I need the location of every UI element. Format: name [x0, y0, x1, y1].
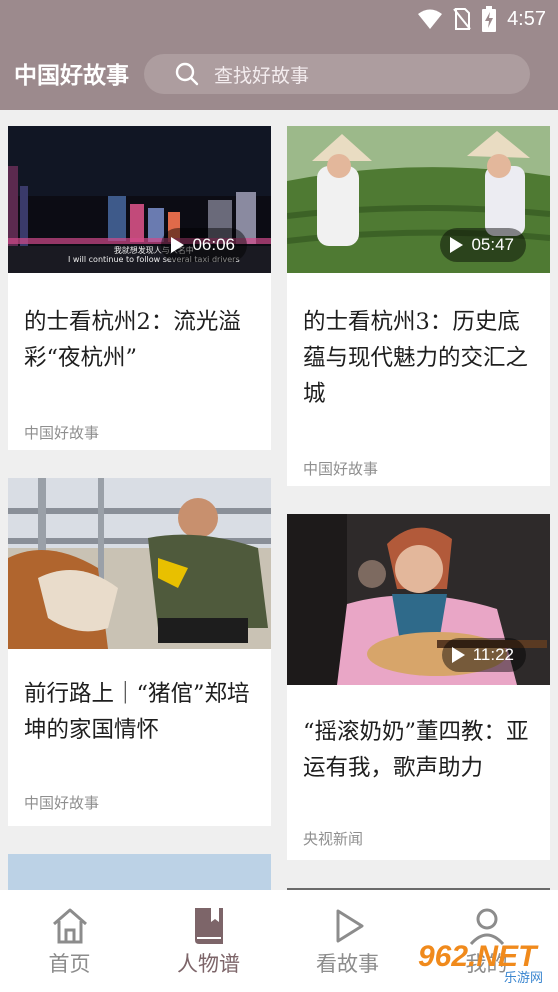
no-sim-icon — [453, 8, 471, 30]
story-thumbnail — [8, 478, 271, 649]
video-thumbnail: 05:47 — [287, 126, 550, 273]
story-source: 中国好故事 — [24, 424, 100, 442]
story-source: 央视新闻 — [303, 830, 364, 848]
tab-people[interactable]: 人物谱 — [139, 890, 278, 992]
story-card[interactable] — [8, 854, 271, 890]
story-title[interactable]: 前行路上｜“猪倌”郑培坤的家国情怀 — [24, 676, 263, 748]
search-icon — [175, 62, 199, 86]
search-bar[interactable]: 查找好故事 — [144, 54, 530, 94]
story-title[interactable]: “摇滚奶奶”董四教：亚运有我，歌声助力 — [303, 714, 542, 786]
story-card[interactable]: 05:47 的士看杭州3：历史底蕴与现代魅力的交汇之城 中国好故事 — [287, 126, 550, 486]
video-thumbnail: 我就想发现人与人名中 I will continue to follow sev… — [8, 126, 271, 273]
tab-watch-stories[interactable]: 看故事 — [278, 890, 417, 992]
video-duration-badge: 05:47 — [440, 228, 526, 262]
app-title: 中国好故事 — [14, 63, 129, 89]
story-feed[interactable]: 我就想发现人与人名中 I will continue to follow sev… — [0, 110, 558, 890]
status-bar: 4:57 — [0, 0, 558, 38]
story-card[interactable]: 前行路上｜“猪倌”郑培坤的家国情怀 中国好故事 — [8, 478, 271, 826]
play-icon — [336, 909, 363, 943]
tab-label: 首页 — [48, 952, 91, 976]
watermark-logo: 962.NET 乐游网 — [418, 940, 543, 984]
story-title[interactable]: 的士看杭州3：历史底蕴与现代魅力的交汇之城 — [303, 304, 542, 412]
play-icon — [451, 647, 465, 663]
wifi-icon — [418, 9, 443, 29]
svg-text:962.NET: 962.NET — [418, 940, 539, 973]
play-icon — [171, 237, 185, 253]
story-card[interactable]: 11:22 “摇滚奶奶”董四教：亚运有我，歌声助力 央视新闻 — [287, 514, 550, 860]
play-icon — [450, 237, 464, 253]
bottom-tab-bar: 首页 人物谱 看故事 我的 962.NET 乐游网 — [0, 890, 558, 992]
tab-label: 人物谱 — [177, 952, 240, 976]
tab-home[interactable]: 首页 — [0, 890, 139, 992]
status-time: 4:57 — [507, 7, 546, 30]
video-thumbnail: 11:22 — [287, 514, 550, 685]
tab-label: 看故事 — [316, 952, 379, 976]
video-duration-badge: 06:06 — [161, 228, 247, 262]
video-duration-badge: 11:22 — [441, 638, 526, 672]
svg-text:乐游网: 乐游网 — [504, 971, 543, 984]
status-icons: 4:57 — [417, 6, 546, 32]
story-source: 中国好故事 — [24, 794, 100, 812]
home-icon — [52, 908, 87, 944]
story-source: 中国好故事 — [303, 460, 379, 478]
book-icon — [194, 908, 223, 944]
story-title[interactable]: 的士看杭州2：流光溢彩“夜杭州” — [24, 304, 263, 376]
battery-charging-icon — [482, 6, 497, 32]
search-placeholder: 查找好故事 — [214, 64, 310, 87]
app-header: 中国好故事 查找好故事 — [0, 38, 558, 110]
story-thumbnail — [8, 854, 271, 890]
story-card[interactable]: 我就想发现人与人名中 I will continue to follow sev… — [8, 126, 271, 450]
